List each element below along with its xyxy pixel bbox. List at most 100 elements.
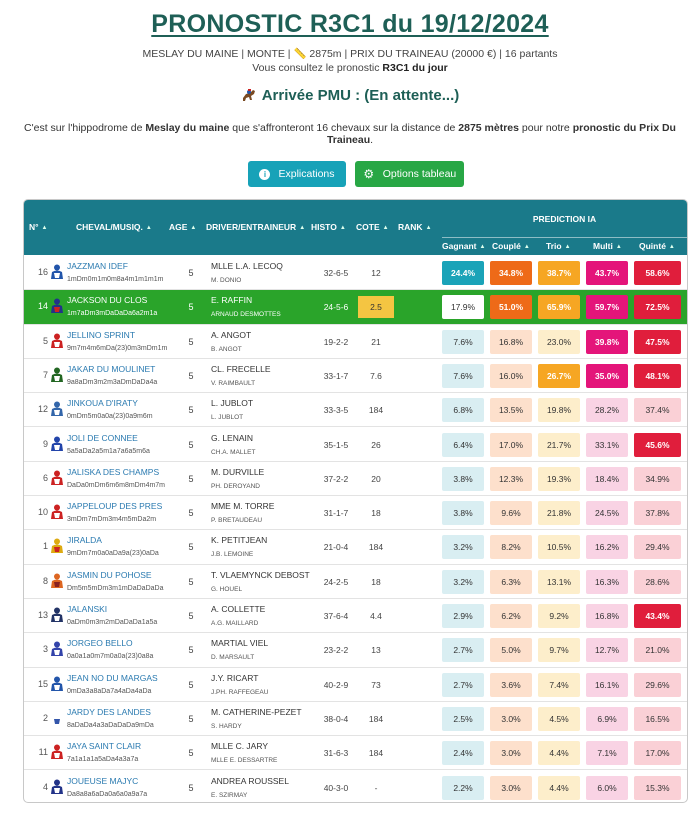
horse-name-link[interactable]: JALANSKI: [67, 604, 107, 614]
table-row[interactable]: 11 JAYA SAINT CLAIR 7a1a1a1a5aDa4a3a7a 5 Mll…: [24, 736, 687, 771]
histo-value: 40-3-0: [323, 782, 349, 793]
cote-value: 18: [371, 576, 381, 587]
horse-age: 5: [188, 508, 194, 519]
histo-value: 19-2-2: [323, 336, 349, 347]
pred-quinte: 28.6%: [634, 569, 681, 594]
table-row[interactable]: 14 JACKSON DU CLOS 1m7aDm3mDaDaDa6a2m1a 5 E.…: [24, 290, 687, 325]
pred-multi: 16.8%: [586, 604, 628, 628]
row-number: 7: [42, 369, 48, 380]
pred-couple: 16.0%: [490, 363, 532, 388]
trainer-name: J.PH. RAFFEGEAU: [211, 688, 269, 696]
pred-gagnant: 2.5%: [442, 706, 484, 731]
pred-gagnant: 6.4%: [442, 432, 484, 457]
table-row[interactable]: 6 JALISKA DES CHAMPS DaDa0mDm6m6m8mDm4m7m 5…: [24, 462, 687, 497]
table-row[interactable]: 9 JOLI DE CONNEE 5a5aDa2a5m1a7a6a5m6a 5 G. L…: [24, 428, 687, 462]
horse-name-link[interactable]: JOLI DE CONNEE: [67, 433, 138, 443]
table-row[interactable]: 12 JINKOUA D'IRATY 0mDm5m0a0a(23)0a9m6m 5 L.…: [24, 393, 687, 428]
horse-musique: 9m7m4m6mDa(23)0m3mDm1m: [67, 344, 168, 352]
info-icon: i: [259, 168, 271, 180]
row-number: 2: [42, 712, 48, 723]
table-row[interactable]: 3 JORGEO BELLO 0a0a1a0m7m0a0a(23)0a8a 5 MART…: [24, 633, 687, 668]
sort-driver[interactable]: DRIVER/ENTRAINEUR ▲: [206, 222, 305, 232]
horse-name-link[interactable]: JAKAR DU MOULINET: [67, 364, 155, 374]
pred-couple: 6.2%: [490, 604, 532, 628]
histo-value: 33-1-7: [323, 370, 349, 381]
table-row[interactable]: 4 JOUEUSE MAJYC Da8a8a6aDa0a6a0a9a7a 5 ANDRE…: [24, 771, 687, 803]
horse-name-link[interactable]: JELLINO SPRINT: [67, 330, 135, 340]
sort-num[interactable]: N° ▲: [29, 222, 48, 232]
horse-name-link[interactable]: JINKOUA D'IRATY: [67, 398, 138, 408]
horse-name-link[interactable]: JAPPELOUP DES PRES: [67, 501, 162, 511]
horse-musique: 0aDm0m3m2mDaDaDa1a5a: [67, 619, 158, 626]
sort-rank[interactable]: RANK ▲: [398, 222, 432, 232]
cote-value: 73: [371, 679, 381, 690]
table-row[interactable]: 10 JAPPELOUP DES PRES 3mDm7mDm3m4m5mDa2m 5 M…: [24, 496, 687, 531]
horse-age: 5: [188, 268, 194, 278]
pred-trio: 7.4%: [538, 672, 580, 697]
table-row[interactable]: 2 JARDY DES LANDES 8aDaDa4a3aDaDaDa9mDa 5 M.…: [24, 702, 687, 737]
horse-name-link[interactable]: JAZZMAN IDEF: [67, 261, 128, 271]
table-row[interactable]: 1 JIRALDA 9mDm7m0a0aDa9a(23)0aDa 5 K. PETITJ…: [24, 530, 687, 565]
histo-value: 31-6-3: [323, 748, 349, 759]
table-row[interactable]: 16 JAZZMAN IDEF 1mDm0m1m0m8a4m1m1m1m 5 Mlle …: [24, 256, 687, 291]
explications-button[interactable]: i Explications: [248, 161, 346, 187]
driver-name: A. COLLETTE: [211, 604, 266, 614]
horse-musique: Da8a8a6aDa0a6a0a9a7a: [67, 790, 148, 798]
row-number: 16: [37, 267, 48, 277]
cote-value: 4.4: [370, 611, 382, 621]
histo-value: 32-6-5: [323, 268, 349, 278]
pred-quinte: 48.1%: [634, 363, 681, 388]
trainer-name: L. JUBLOT: [211, 414, 244, 422]
table-row[interactable]: 7 JAKAR DU MOULINET 9a8aDm3m2m3aDmDaDa4a 5 C…: [24, 359, 687, 394]
horse-name-link[interactable]: JORGEO BELLO: [67, 638, 133, 648]
row-number: 15: [37, 678, 48, 689]
sort-gagnant[interactable]: Gagnant ▲: [442, 241, 485, 251]
sort-cheval[interactable]: CHEVAL/MUSIQ. ▲: [76, 222, 152, 232]
horse-name-link[interactable]: JAYA SAINT CLAIR: [67, 741, 141, 751]
sort-histo[interactable]: HISTO ▲: [311, 222, 346, 232]
options-tableau-button[interactable]: ⚙ Options tableau: [355, 161, 464, 187]
table-row[interactable]: 15 JEAN NO DU MARGAS 0mDa3a8aDa7a4aDa4aDa 5…: [24, 668, 687, 702]
trainer-name: E. SZIRMAY: [211, 791, 248, 799]
table-row[interactable]: 5 JELLINO SPRINT 9m7m4m6mDa(23)0m3mDm1m 5 A.…: [24, 325, 687, 359]
horse-name-link[interactable]: JEAN NO DU MARGAS: [67, 673, 158, 683]
horse-name-link[interactable]: JASMIN DU POHOSE: [67, 570, 152, 580]
sort-couple[interactable]: Couplé ▲: [492, 241, 530, 251]
histo-value: 24-2-5: [323, 576, 349, 587]
horse-name-link[interactable]: JALISKA DES CHAMPS: [67, 467, 159, 477]
subtitle-bold: R3C1 du jour: [382, 62, 448, 74]
horse-musique: 7a1a1a1a5aDa4a3a7a: [67, 756, 139, 764]
pred-quinte: 21.0%: [634, 638, 681, 663]
histo-value: 37-2-2: [323, 473, 349, 484]
horse-name-link[interactable]: JARDY DES LANDES: [67, 707, 151, 717]
driver-name: MARTIAL VIEL: [211, 638, 269, 649]
jockey-silk-icon: [51, 401, 63, 417]
horse-name-link[interactable]: JIRALDA: [67, 535, 102, 545]
horse-age: 5: [188, 473, 194, 484]
pred-trio: 13.1%: [538, 569, 580, 594]
horse-age: 5: [188, 782, 194, 793]
horse-musique: Dm5m5mDm3m1mDaDaDaDa: [67, 584, 164, 592]
sort-multi[interactable]: Multi ▲: [593, 241, 622, 251]
table-row[interactable]: 8 JASMIN DU POHOSE Dm5m5mDm3m1mDaDaDaDa 5 T.…: [24, 565, 687, 599]
sort-quinte[interactable]: Quinté ▲: [639, 241, 675, 251]
table-row[interactable]: 13 JALANSKI 0aDm0m3m2mDaDaDa1a5a 5 A. COLLET…: [24, 599, 687, 634]
horse-age: 5: [188, 748, 194, 759]
driver-name: G. LENAIN: [211, 432, 254, 443]
driver-name: Mlle C. JARY: [211, 741, 269, 752]
pred-couple: 51.0%: [490, 295, 532, 320]
pred-trio: 38.7%: [538, 261, 580, 285]
driver-name: J.Y. RICART: [211, 672, 259, 683]
histo-value: 37-6-4: [323, 611, 349, 621]
horse-name-link[interactable]: JOUEUSE MAJYC: [67, 776, 138, 786]
sort-trio[interactable]: Trio ▲: [546, 241, 571, 251]
cote-value: 7.6: [370, 370, 382, 381]
sort-age[interactable]: AGE ▲: [169, 222, 196, 232]
driver-name: M. CATHERINE-PEZET: [211, 706, 302, 717]
pred-quinte: 15.3%: [634, 775, 681, 800]
jockey-silk-icon: [51, 333, 63, 348]
jockey-silk-icon: [51, 264, 63, 279]
horse-name-link[interactable]: JACKSON DU CLOS: [67, 295, 147, 305]
sort-cote[interactable]: COTE ▲: [356, 222, 389, 232]
row-number: 14: [37, 301, 48, 312]
